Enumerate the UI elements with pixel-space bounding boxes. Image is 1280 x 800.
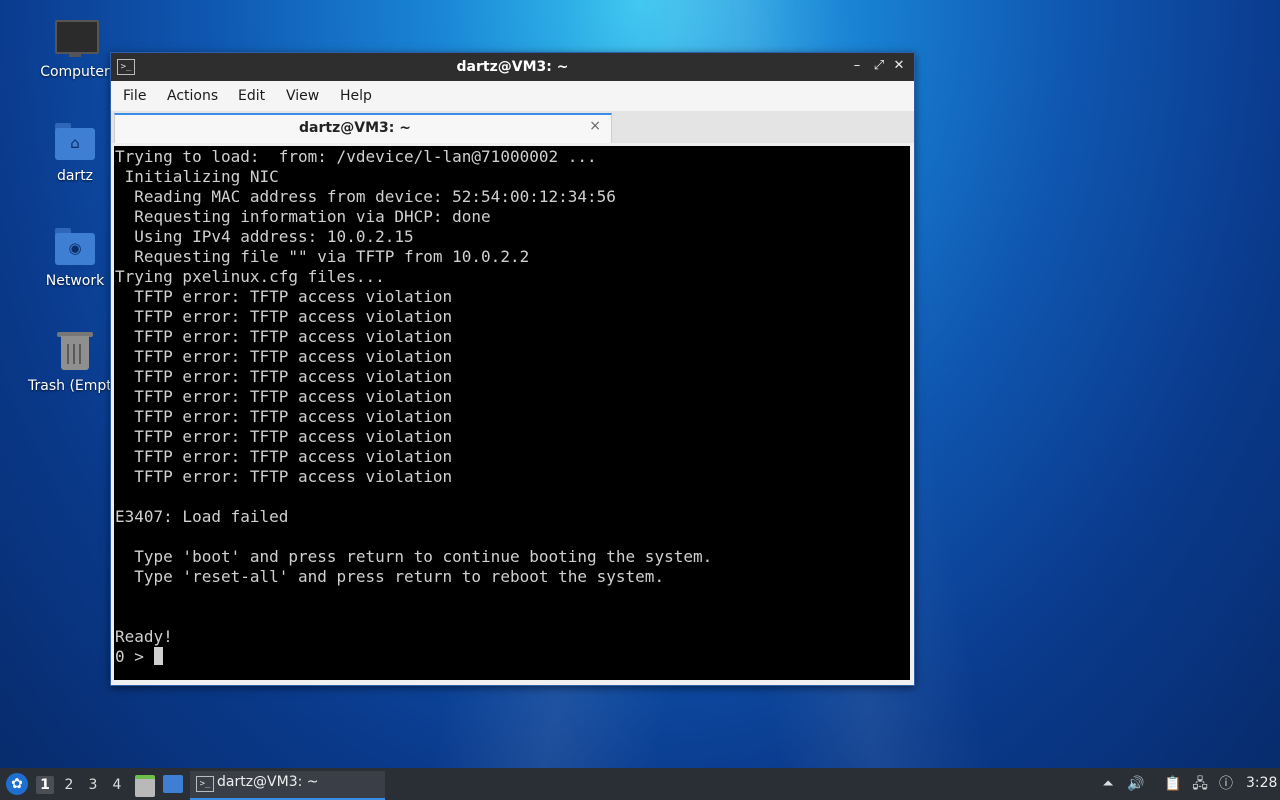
taskbar-terminal-task[interactable]: >_ dartz@VM3: ~ <box>190 771 385 800</box>
task-label: dartz@VM3: ~ <box>217 774 319 790</box>
trash-icon <box>53 330 97 374</box>
terminal-line: Trying to load: from: /vdevice/l-lan@710… <box>115 147 597 166</box>
desktop-icon-label: Computer <box>40 64 110 80</box>
volume-icon[interactable]: 🔊 <box>1127 774 1145 794</box>
tray-up-arrow-icon[interactable]: ⏶ <box>1099 774 1117 794</box>
terminal-prompt-line[interactable]: 0 > <box>115 647 163 667</box>
show-desktop-icon[interactable] <box>163 775 183 793</box>
network-icon[interactable]: 🖧 <box>1191 774 1209 794</box>
computer-icon <box>53 16 99 60</box>
desktop-icon-computer[interactable]: Computer <box>27 16 123 80</box>
terminal-line: TFTP error: TFTP access violation <box>115 407 453 426</box>
menu-edit[interactable]: Edit <box>238 88 265 104</box>
desktop-icon-trash[interactable]: Trash (Empt <box>27 330 123 394</box>
terminal-window[interactable]: >_ dartz@VM3: ~ – ⤢ ✕ File Actions Edit … <box>110 52 915 686</box>
desktop-icon-label: dartz <box>56 168 94 184</box>
terminal-line: Trying pxelinux.cfg files... <box>115 267 385 286</box>
menu-help[interactable]: Help <box>340 88 372 104</box>
maximize-button[interactable]: ⤢ <box>871 58 887 74</box>
terminal-line: Type 'boot' and press return to continue… <box>115 547 713 566</box>
desktop-icon-label: Network <box>45 273 105 289</box>
workspace-1[interactable]: 1 <box>36 776 54 794</box>
home-folder-icon: ⌂ <box>53 120 97 164</box>
terminal-line: Ready! <box>115 627 173 646</box>
tab-close-icon[interactable]: × <box>589 118 601 134</box>
terminal-line: TFTP error: TFTP access violation <box>115 427 453 446</box>
terminal-line: TFTP error: TFTP access violation <box>115 467 453 486</box>
text-cursor <box>153 647 163 665</box>
terminal-line: Initializing NIC <box>115 167 279 186</box>
terminal-line: TFTP error: TFTP access violation <box>115 287 453 306</box>
window-titlebar[interactable]: >_ dartz@VM3: ~ – ⤢ ✕ <box>111 53 914 81</box>
terminal-line: TFTP error: TFTP access violation <box>115 327 453 346</box>
workspace-2[interactable]: 2 <box>60 776 78 794</box>
close-button[interactable]: ✕ <box>891 58 907 74</box>
terminal-line: TFTP error: TFTP access violation <box>115 387 453 406</box>
network-folder-icon: ◉ <box>53 225 97 269</box>
terminal-line: Type 'reset-all' and press return to reb… <box>115 567 665 586</box>
window-title: dartz@VM3: ~ <box>456 59 569 75</box>
terminal-line: TFTP error: TFTP access violation <box>115 367 453 386</box>
workspace-3[interactable]: 3 <box>84 776 102 794</box>
terminal-line: Reading MAC address from device: 52:54:0… <box>115 187 616 206</box>
tab-terminal[interactable]: dartz@VM3: ~ × <box>114 113 612 143</box>
desktop-icon-network[interactable]: ◉ Network <box>27 225 123 289</box>
terminal-line: TFTP error: TFTP access violation <box>115 307 453 326</box>
minimize-button[interactable]: – <box>849 58 865 74</box>
terminal-output[interactable]: Trying to load: from: /vdevice/l-lan@710… <box>114 146 910 680</box>
terminal-task-icon: >_ <box>196 776 214 792</box>
clock[interactable]: 3:28 <box>1246 775 1277 791</box>
menu-view[interactable]: View <box>286 88 319 104</box>
desktop-icon-home[interactable]: ⌂ dartz <box>27 120 123 184</box>
menu-file[interactable]: File <box>123 88 146 104</box>
tab-bar: dartz@VM3: ~ × <box>111 111 914 143</box>
terminal-line: TFTP error: TFTP access violation <box>115 347 453 366</box>
menubar: File Actions Edit View Help <box>111 81 914 111</box>
prompt-text: 0 > <box>115 647 154 666</box>
clipboard-icon[interactable]: 📋 <box>1164 774 1182 794</box>
menu-actions[interactable]: Actions <box>167 88 218 104</box>
notification-icon[interactable]: ⓘ <box>1217 774 1235 794</box>
tab-label: dartz@VM3: ~ <box>299 120 411 136</box>
start-menu-icon[interactable]: ✿ <box>6 773 28 795</box>
file-manager-launcher-icon[interactable] <box>135 775 155 797</box>
workspace-4[interactable]: 4 <box>108 776 126 794</box>
desktop-icon-label: Trash (Empt <box>28 378 112 394</box>
terminal-line: E3407: Load failed <box>115 507 289 526</box>
taskbar: ✿ 1 2 3 4 >_ dartz@VM3: ~ ⏶ 🔊 📋 🖧 ⓘ 3:28 <box>0 768 1280 800</box>
terminal-line: Using IPv4 address: 10.0.2.15 <box>115 227 414 246</box>
terminal-line: Requesting information via DHCP: done <box>115 207 491 226</box>
terminal-line: TFTP error: TFTP access violation <box>115 447 453 466</box>
terminal-line: Requesting file "" via TFTP from 10.0.2.… <box>115 247 530 266</box>
